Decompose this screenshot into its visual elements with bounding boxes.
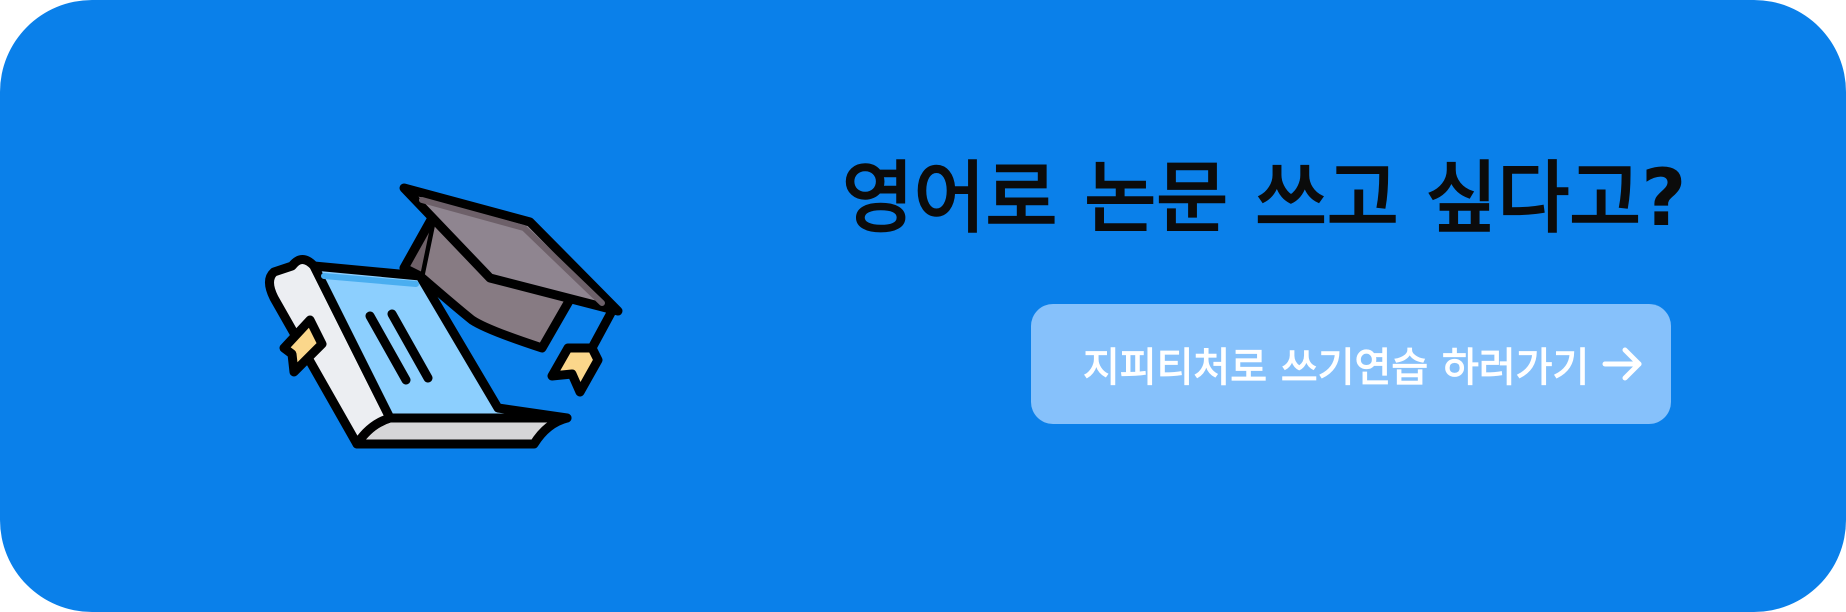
headline: 영어로 논문 쓰고 싶다고? (842, 154, 1687, 244)
practice-writing-button-label: 지피티처로 쓰기연습 하러가기 (1083, 345, 1590, 391)
practice-writing-button[interactable]: 지피티처로 쓰기연습 하러가기 (1031, 304, 1671, 424)
graduation-book-icon (262, 178, 632, 462)
arrow-right-icon (1601, 342, 1645, 386)
promo-banner: 영어로 논문 쓰고 싶다고? 지피티처로 쓰기연습 하러가기 (0, 0, 1846, 612)
